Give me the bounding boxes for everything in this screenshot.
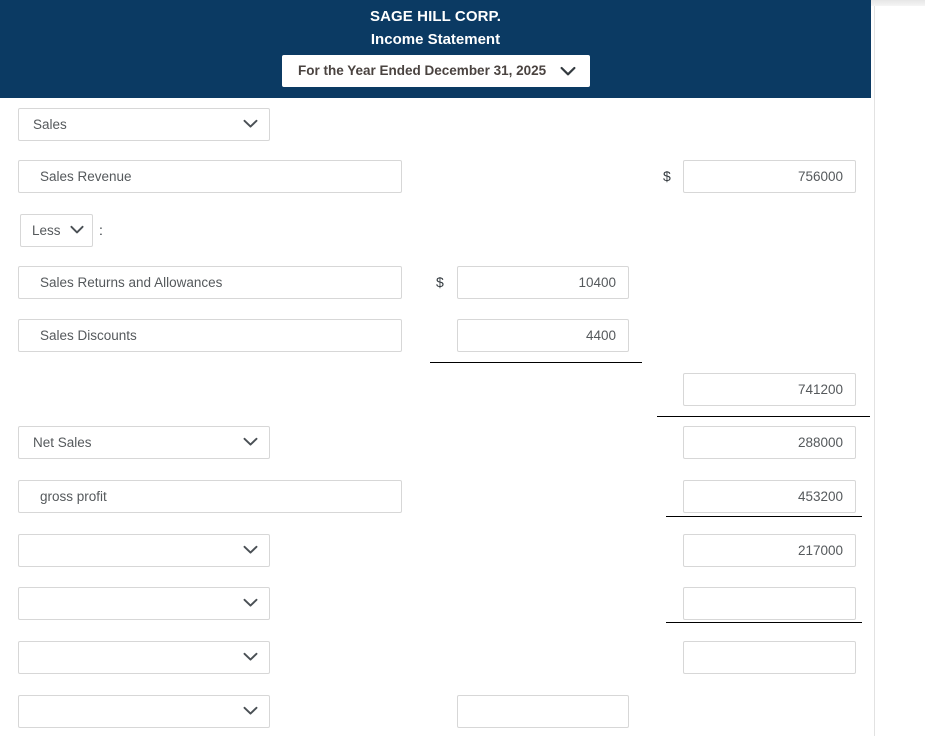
chevron-down-icon xyxy=(243,437,258,447)
period-select-label: For the Year Ended December 31, 2025 xyxy=(298,63,547,78)
subtotal-rule-right-3 xyxy=(666,622,862,623)
account-select[interactable]: Net Sales xyxy=(18,426,270,459)
chevron-down-icon xyxy=(243,119,258,129)
account-name-input[interactable]: Sales Returns and Allowances xyxy=(18,266,402,299)
amount-input-middle[interactable]: 10400 xyxy=(457,266,629,299)
amount-input-right[interactable]: 741200 xyxy=(683,373,856,406)
amount-value: 288000 xyxy=(797,435,843,450)
subtotal-rule-middle xyxy=(430,362,642,363)
amount-value: 4400 xyxy=(585,328,616,343)
statement-header: SAGE HILL CORP. Income Statement For the… xyxy=(0,0,871,98)
amount-value: 453200 xyxy=(797,489,843,504)
account-name-input[interactable]: Sales Discounts xyxy=(18,319,402,352)
statement-title: Income Statement xyxy=(370,31,501,48)
amount-input-middle[interactable] xyxy=(457,695,629,728)
account-name-input[interactable]: Sales Revenue xyxy=(18,160,402,193)
content-area-edge xyxy=(874,6,875,736)
account-name-value: Sales Returns and Allowances xyxy=(40,275,223,290)
amount-value: 741200 xyxy=(797,382,843,397)
amount-input-right[interactable]: 756000 xyxy=(683,160,856,193)
amount-input-right[interactable]: 217000 xyxy=(683,534,856,567)
subtotal-rule-right-2 xyxy=(666,516,862,517)
amount-input-right[interactable]: 288000 xyxy=(683,426,856,459)
less-select[interactable]: Less xyxy=(20,214,93,247)
dollar-sign: $ xyxy=(663,168,671,184)
section-select[interactable]: Sales xyxy=(18,108,270,141)
chevron-down-icon xyxy=(70,225,84,235)
account-select[interactable] xyxy=(18,534,270,567)
browser-chrome-strip xyxy=(871,0,925,6)
less-select-value: Less xyxy=(32,223,61,238)
amount-input-right[interactable] xyxy=(683,587,856,620)
amount-value: 10400 xyxy=(578,275,616,290)
account-name-value: Sales Discounts xyxy=(40,328,137,343)
account-select[interactable] xyxy=(18,641,270,674)
account-select[interactable] xyxy=(18,695,270,728)
less-colon: : xyxy=(99,222,103,238)
account-select[interactable] xyxy=(18,587,270,620)
period-select[interactable]: For the Year Ended December 31, 2025 xyxy=(282,55,590,87)
amount-input-right[interactable]: 453200 xyxy=(683,480,856,513)
account-name-value: Sales Revenue xyxy=(40,169,132,184)
amount-value: 217000 xyxy=(797,543,843,558)
dollar-sign: $ xyxy=(436,274,444,290)
account-name-value: gross profit xyxy=(40,489,107,504)
chevron-down-icon xyxy=(243,706,258,716)
account-select-value: Net Sales xyxy=(33,435,92,450)
amount-input-middle[interactable]: 4400 xyxy=(457,319,629,352)
account-name-input[interactable]: gross profit xyxy=(18,480,402,513)
chevron-down-icon xyxy=(243,652,258,662)
amount-value: 756000 xyxy=(797,169,843,184)
chevron-down-icon xyxy=(243,598,258,608)
amount-input-right[interactable] xyxy=(683,641,856,674)
subtotal-rule-right-1 xyxy=(657,416,870,417)
section-select-value: Sales xyxy=(33,117,67,132)
chevron-down-icon xyxy=(560,66,576,77)
chevron-down-icon xyxy=(243,545,258,555)
company-name: SAGE HILL CORP. xyxy=(370,8,501,25)
income-statement-page: SAGE HILL CORP. Income Statement For the… xyxy=(0,0,925,736)
